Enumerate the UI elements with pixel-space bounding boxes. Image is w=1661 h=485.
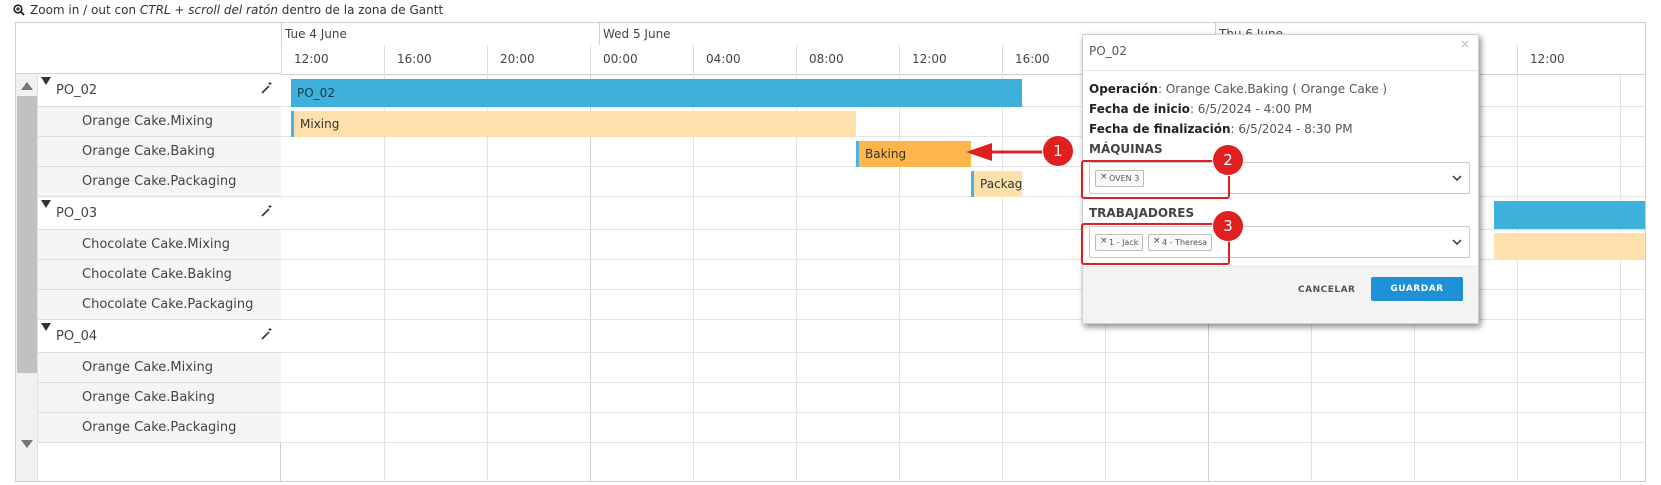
chevron-down-icon[interactable]	[1451, 172, 1463, 184]
chevron-down-icon[interactable]	[1451, 236, 1463, 248]
callout-badge: 2	[1213, 145, 1243, 175]
start-date-info: Fecha de inicio: 6/5/2024 - 4:00 PM	[1089, 102, 1312, 116]
start-date-value: : 6/5/2024 - 4:00 PM	[1189, 102, 1312, 116]
operation-label: Operación	[1089, 82, 1158, 96]
callout-badge: 1	[1043, 136, 1073, 166]
popup-title: PO_02	[1089, 44, 1127, 58]
end-date-value: : 6/5/2024 - 8:30 PM	[1230, 122, 1353, 136]
cancel-button[interactable]: CANCELAR	[1298, 285, 1356, 295]
workers-highlight	[1081, 223, 1230, 265]
machines-highlight	[1081, 160, 1230, 199]
operation-value: : Orange Cake.Baking ( Orange Cake )	[1157, 82, 1388, 96]
workers-label: TRABAJADORES	[1089, 206, 1195, 220]
end-date-info: Fecha de finalización: 6/5/2024 - 8:30 P…	[1089, 122, 1353, 136]
operation-info: Operación: Orange Cake.Baking ( Orange C…	[1089, 82, 1387, 96]
machines-label: MÁQUINAS	[1089, 142, 1163, 156]
popup-divider	[1083, 70, 1478, 71]
popup-footer: CANCELAR GUARDAR	[1083, 266, 1478, 323]
callout-badge: 3	[1213, 211, 1243, 241]
end-date-label: Fecha de finalización	[1089, 122, 1231, 136]
save-button[interactable]: GUARDAR	[1371, 277, 1463, 301]
close-icon[interactable]: ×	[1460, 37, 1470, 51]
start-date-label: Fecha de inicio	[1089, 102, 1190, 116]
